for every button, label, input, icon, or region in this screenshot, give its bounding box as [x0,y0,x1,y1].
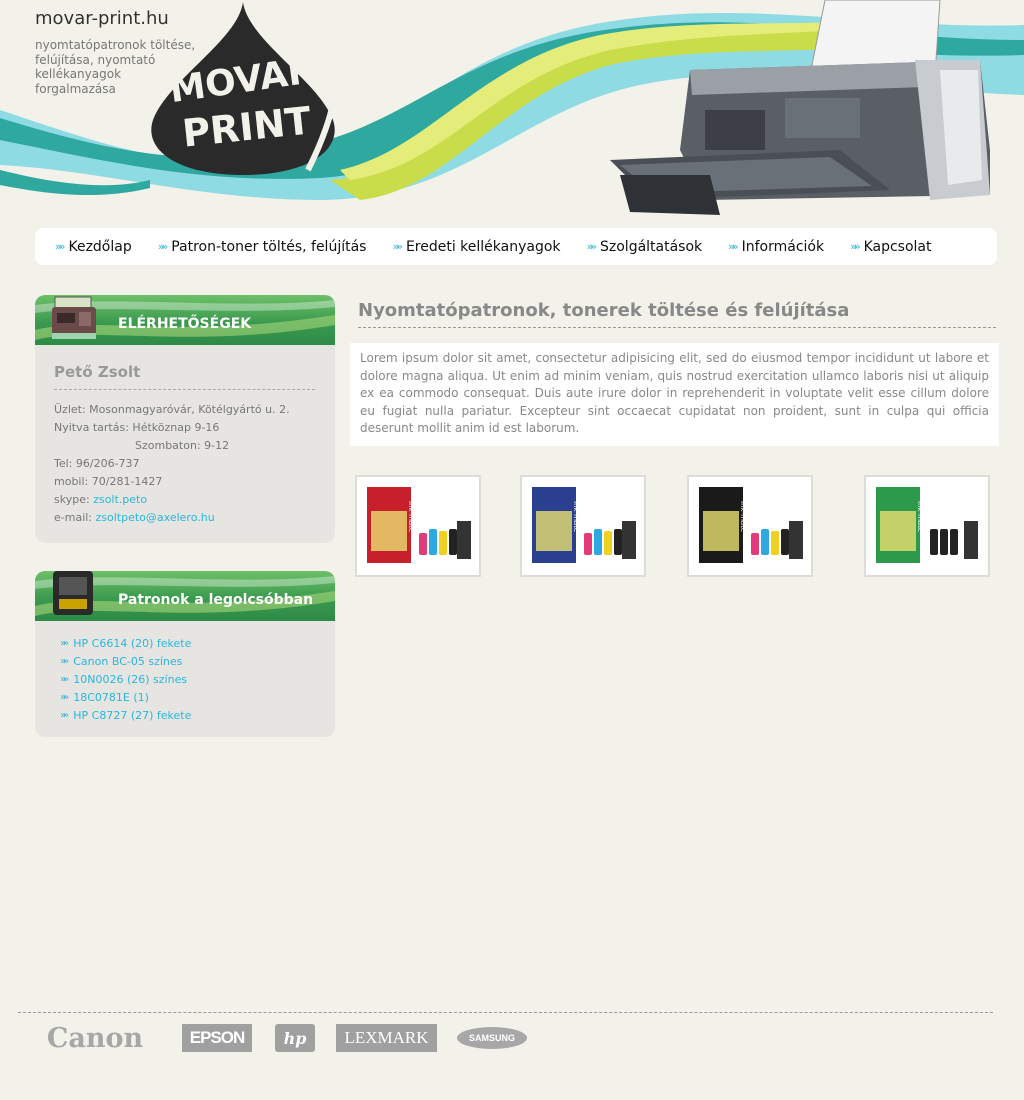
nav-item-informaciok[interactable]: »» Információk [728,239,824,255]
nav-item-label: Kapcsolat [863,238,932,255]
list-item[interactable]: »» 18C0781E (1) [60,689,315,707]
fax-machine-icon [52,296,96,339]
opening-hours-saturday: Szombaton: 9-12 [135,439,230,452]
list-item[interactable]: »» 10N0026 (26) színes [60,671,315,689]
nav-item-label: Információk [741,238,825,255]
double-chevron-icon: »» [60,710,69,721]
double-chevron-icon: »» [728,240,739,253]
lexmark-logo[interactable]: LEXMARK [336,1024,437,1052]
list-item[interactable]: »» HP C6614 (20) fekete [60,635,315,653]
skype-link[interactable]: zsolt.peto [93,493,147,506]
opening-hours-row: Nyitva tartás: Hétköznap 9-16 [54,419,315,437]
double-chevron-icon: »» [55,240,66,253]
list-item-label: HP C8727 (27) fekete [73,709,192,722]
product-brand-label: Ink-mate [407,501,415,532]
product-brand-label: Ink-mate [739,501,747,532]
email-link[interactable]: zsoltpeto@axelero.hu [96,511,215,524]
contact-box-header: ELÉRHETŐSÉGEK [35,295,335,345]
main-nav: »» Kezdőlap »» Patron-toner töltés, felú… [35,228,997,265]
product-brand-label: Ink-mate [916,501,924,532]
contact-box-body: Pető Zsolt Üzlet: Mosonmagyaróvár, Kötél… [35,345,335,543]
svg-text:SAMSUNG: SAMSUNG [469,1033,515,1043]
double-chevron-icon: »» [60,692,69,703]
nav-item-kezdolap[interactable]: »» Kezdőlap [55,239,132,255]
contact-heading: ELÉRHETŐSÉGEK [118,316,252,332]
gallery-product-1[interactable]: Ink-mate [355,475,481,577]
product-image: Ink-mate [699,487,803,563]
list-item-label: Canon BC-05 színes [73,655,183,668]
gallery-product-3[interactable]: Ink-mate [687,475,813,577]
double-chevron-icon: »» [60,656,69,667]
mobile: mobil: 70/281-1427 [54,475,163,488]
nav-item-eredeti[interactable]: »» Eredeti kellékanyagok [392,239,560,255]
double-chevron-icon: »» [60,638,69,649]
skype-label: skype: [54,493,90,506]
printer-image [610,0,990,215]
product-image: Ink-mate [876,487,978,563]
nav-item-szolgaltatasok[interactable]: »» Szolgáltatások [587,239,703,255]
ink-cartridge-icon [53,571,93,615]
email-row: e-mail: zsoltpeto@axelero.hu [54,509,315,527]
double-chevron-icon: »» [392,240,403,253]
samsung-logo[interactable]: SAMSUNG [456,1024,528,1052]
email-label: e-mail: [54,511,93,524]
gallery-product-4[interactable]: Ink-mate [864,475,990,577]
cheap-cartridges-heading: Patronok a legolcsóbban [118,592,314,608]
cheap-cartridges-list: »» HP C6614 (20) fekete »» Canon BC-05 szí… [54,635,315,725]
contact-name: Pető Zsolt [54,363,315,390]
footer-divider [18,1012,993,1013]
opening-hours-saturday-row: Szombaton: 9-12 [54,437,315,455]
cheap-cartridges-header: Patronok a legolcsóbban [35,571,335,621]
nav-item-kapcsolat[interactable]: »» Kapcsolat [850,239,931,255]
opening-hours-weekday: Hétköznap 9-16 [132,421,220,434]
list-item-label: 10N0026 (26) színes [73,673,188,686]
list-item[interactable]: »» HP C8727 (27) fekete [60,707,315,725]
nav-item-label: Kezdőlap [68,238,132,255]
cheap-cartridges-box: Patronok a legolcsóbban »» HP C6614 (20) … [35,571,335,737]
list-item-label: 18C0781E (1) [73,691,149,704]
nav-item-patron-toner[interactable]: »» Patron-toner töltés, felújítás [158,239,367,255]
nav-item-label: Eredeti kellékanyagok [405,238,561,255]
skype-row: skype: zsolt.peto [54,491,315,509]
nav-item-label: Szolgáltatások [600,238,703,255]
list-item[interactable]: »» Canon BC-05 színes [60,653,315,671]
shop-address: Üzlet: Mosonmagyaróvár, Kötélgyártó u. 2… [54,403,290,416]
canon-logo[interactable]: Canon [33,1024,158,1052]
phone: Tel: 96/206-737 [54,457,140,470]
double-chevron-icon: »» [60,674,69,685]
double-chevron-icon: »» [157,240,169,253]
site-header: movar-print.hu nyomtatópatronok töltése,… [0,0,1024,225]
cheap-cartridges-body: »» HP C6614 (20) fekete »» Canon BC-05 szí… [35,621,335,737]
page-title: Nyomtatópatronok, tonerek töltése és fel… [358,300,996,328]
product-brand-label: Ink-mate [572,501,580,532]
intro-text: Lorem ipsum dolor sit amet, consectetur … [350,343,999,446]
opening-hours-label: Nyitva tartás: [54,421,129,434]
product-image: Ink-mate [532,487,636,563]
svg-text:Canon: Canon [47,1024,144,1052]
epson-logo[interactable]: EPSON [182,1024,252,1052]
list-item-label: HP C6614 (20) fekete [73,637,192,650]
nav-item-label: Patron-toner töltés, felújítás [171,238,367,255]
product-image: Ink-mate [367,487,471,563]
double-chevron-icon: »» [850,240,861,253]
gallery-product-2[interactable]: Ink-mate [520,475,646,577]
contact-box: ELÉRHETŐSÉGEK Pető Zsolt Üzlet: Mosonmag… [35,295,335,543]
double-chevron-icon: »» [586,240,598,253]
hp-logo[interactable]: hp [275,1024,315,1052]
movar-print-logo[interactable]: MOVAR PRINT [148,0,338,180]
